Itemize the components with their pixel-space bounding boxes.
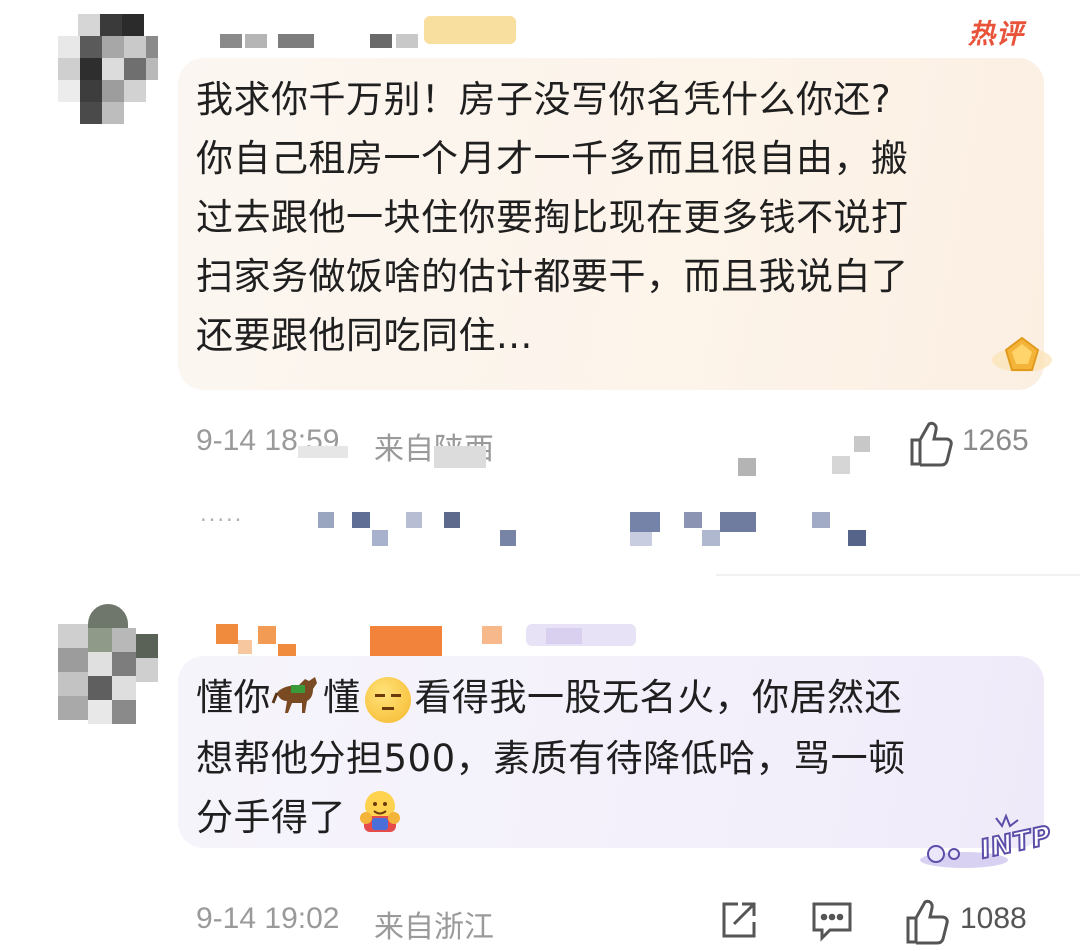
- hot-comment-label: 热评: [968, 19, 1024, 50]
- comment-line: 懂你 懂 看得我一股无名火，你居然还: [196, 668, 902, 730]
- speechless-face-emoji: [364, 676, 411, 723]
- comment-line: 分手得了: [196, 788, 406, 851]
- comment-text: 分手得了: [196, 796, 346, 839]
- like-count: 1088: [960, 902, 1027, 935]
- horse-emoji: [271, 669, 323, 730]
- comment-line: 想帮他分担500，素质有待降低哈，骂一顿: [196, 737, 906, 780]
- more-dots: .....: [200, 500, 244, 527]
- thumbs-up-icon[interactable]: [904, 896, 950, 946]
- comment-line: 还要跟他同吃同住...: [196, 314, 533, 357]
- hug-face-emoji: [354, 788, 406, 851]
- comment-location: 来自浙江: [374, 911, 494, 944]
- comment-line: 扫家务做饭啥的估计都要干，而且我说白了: [196, 255, 909, 298]
- comment-line: 过去跟他一块住你要掏比现在更多钱不说打: [196, 196, 909, 239]
- comment-line: 你自己租房一个月才一千多而且很自由，搬: [196, 137, 909, 180]
- avatar[interactable]: [58, 14, 158, 124]
- thumbs-up-icon[interactable]: [908, 418, 954, 468]
- mbti-badge: INTP: [908, 812, 1058, 874]
- like-count: 1265: [962, 424, 1029, 457]
- share-icon[interactable]: [718, 900, 758, 940]
- avatar[interactable]: [58, 604, 158, 734]
- gem-icon: [990, 330, 1054, 384]
- divider: [716, 574, 1080, 576]
- comment-time: 9-14 19:02: [196, 902, 340, 935]
- comment-text: 看得我一股无名火，你居然还: [414, 676, 902, 719]
- comment-line: 我求你千万别！房子没写你名凭什么你还?: [196, 78, 892, 121]
- comment-icon[interactable]: [810, 900, 854, 942]
- comment-text: 懂你: [196, 676, 271, 719]
- comment-text: 懂: [323, 676, 361, 719]
